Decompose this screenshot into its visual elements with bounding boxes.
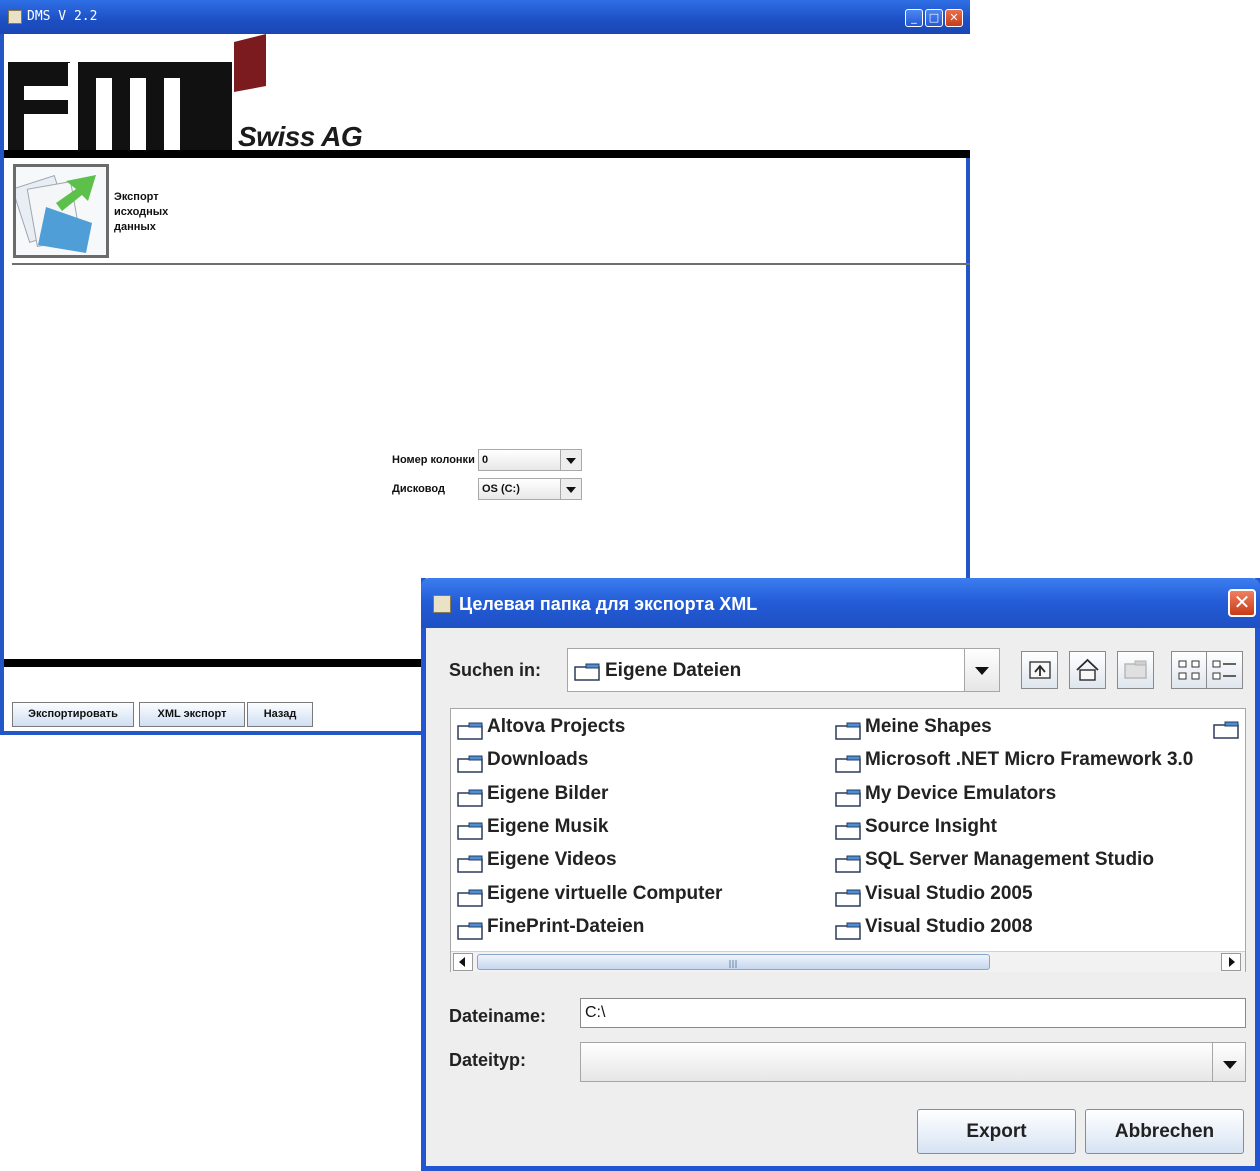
dialog-titlebar[interactable]: Целевая папка для экспорта XML ✕ [421,578,1260,628]
export-data-label: Экспорт исходных данных [114,191,169,233]
java-app-icon [8,10,22,24]
drive-combo[interactable]: OS (C:) [478,478,582,500]
list-view-button[interactable] [1171,651,1208,689]
folder-icon [574,663,600,681]
details-view-button[interactable] [1206,651,1243,689]
drive-value: OS (C:) [482,483,520,495]
java-app-icon [433,595,451,613]
export-data-button[interactable] [11,164,109,258]
fmt-logo-icon [8,34,266,150]
folder-icon [835,855,861,873]
export-data-icon [11,174,96,253]
xml-export-button[interactable]: XML экспорт [139,702,245,727]
chevron-down-icon[interactable] [560,450,581,470]
dialog-close-button[interactable]: ✕ [1228,589,1256,617]
arrow-left-icon [459,957,465,967]
folder-name: My Device Emulators [865,782,1057,804]
export-folder-dialog: Целевая папка для экспорта XML ✕ Suchen … [421,578,1260,1171]
up-folder-icon [1029,661,1051,679]
folder-icon [835,755,861,774]
logo-divider [4,150,970,158]
folder-icon [835,789,861,807]
minimize-button[interactable]: _ [905,9,923,27]
folder-name: Visual Studio 2005 [865,882,1033,904]
folder-icon [457,822,483,840]
folder-icon [1213,721,1239,739]
arrow-right-icon [1229,957,1235,967]
chevron-down-icon[interactable] [1212,1043,1245,1081]
folder-icon [457,889,483,907]
home-button[interactable] [1069,651,1106,689]
chevron-down-icon[interactable] [560,479,581,499]
export-dialog-button[interactable]: Export [917,1109,1076,1154]
folder-name: Source Insight [865,815,997,837]
list-view-icon [1178,660,1200,680]
folder-name: Meine Shapes [865,716,992,737]
folder-name: Visual Studio 2008 [865,915,1033,937]
export-button[interactable]: Экспортировать [12,702,134,727]
filename-input[interactable]: C:\ [580,998,1246,1028]
folder-icon [457,922,483,940]
folder-name: Altova Projects [487,716,626,737]
company-logo: Swiss AG [4,34,970,152]
section-divider [12,263,970,265]
back-button[interactable]: Назад [247,702,313,727]
details-view-icon [1212,660,1236,680]
folder-icon [835,822,861,840]
drive-label: Дисковод [392,483,445,495]
look-in-label: Suchen in: [449,660,542,680]
folder-name: Microsoft .NET Micro Framework 3.0 [865,749,1194,771]
folder-icon [835,889,861,907]
folder-icon [457,722,483,740]
new-folder-button[interactable] [1117,651,1154,689]
look-in-value: Eigene Dateien [605,660,742,681]
folder-name: FinePrint-Dateien [487,915,645,937]
column-number-combo[interactable]: 0 [478,449,582,471]
folder-name: SQL Server Management Studio [865,849,1154,871]
filetype-label: Dateityp: [449,1050,527,1070]
close-button[interactable]: ✕ [945,9,963,27]
dialog-title: Целевая папка для экспорта XML [459,594,758,614]
folder-name: Eigene Bilder [487,782,609,804]
folder-name: Eigene Videos [487,849,617,871]
folder-name: Eigene virtuelle Computer [487,882,723,904]
column-number-label: Номер колонки [392,454,475,466]
filetype-combo[interactable] [580,1042,1246,1082]
cancel-button[interactable]: Abbrechen [1085,1109,1244,1154]
look-in-combo[interactable]: Eigene Dateien [567,648,1000,692]
folder-icon [457,755,483,774]
folder-list[interactable]: Altova Projects Downloads Eigene Bilder Eig… [450,708,1246,972]
folder-icon [457,855,483,873]
main-window-title: DMS V 2.2 [27,9,98,24]
new-folder-icon [1124,660,1147,679]
logo-subtitle: Swiss AG [238,121,363,152]
grip-icon [729,960,737,968]
folder-icon [457,789,483,807]
scroll-left-button[interactable] [453,953,473,971]
horizontal-scrollbar[interactable] [451,951,1245,972]
folder-name: Eigene Musik [487,815,609,837]
main-titlebar[interactable]: DMS V 2.2 _ □ ✕ [0,0,970,34]
chevron-down-icon[interactable] [964,649,999,691]
scrollbar-thumb[interactable] [477,954,990,970]
folder-icon [835,922,861,940]
maximize-button[interactable]: □ [925,9,943,27]
folder-icon [835,722,861,740]
folder-name: Downloads [487,749,589,771]
up-folder-button[interactable] [1021,651,1058,689]
filename-label: Dateiname: [449,1006,547,1026]
scroll-right-button[interactable] [1221,953,1241,971]
home-icon [1076,658,1099,681]
column-number-value: 0 [482,454,489,466]
